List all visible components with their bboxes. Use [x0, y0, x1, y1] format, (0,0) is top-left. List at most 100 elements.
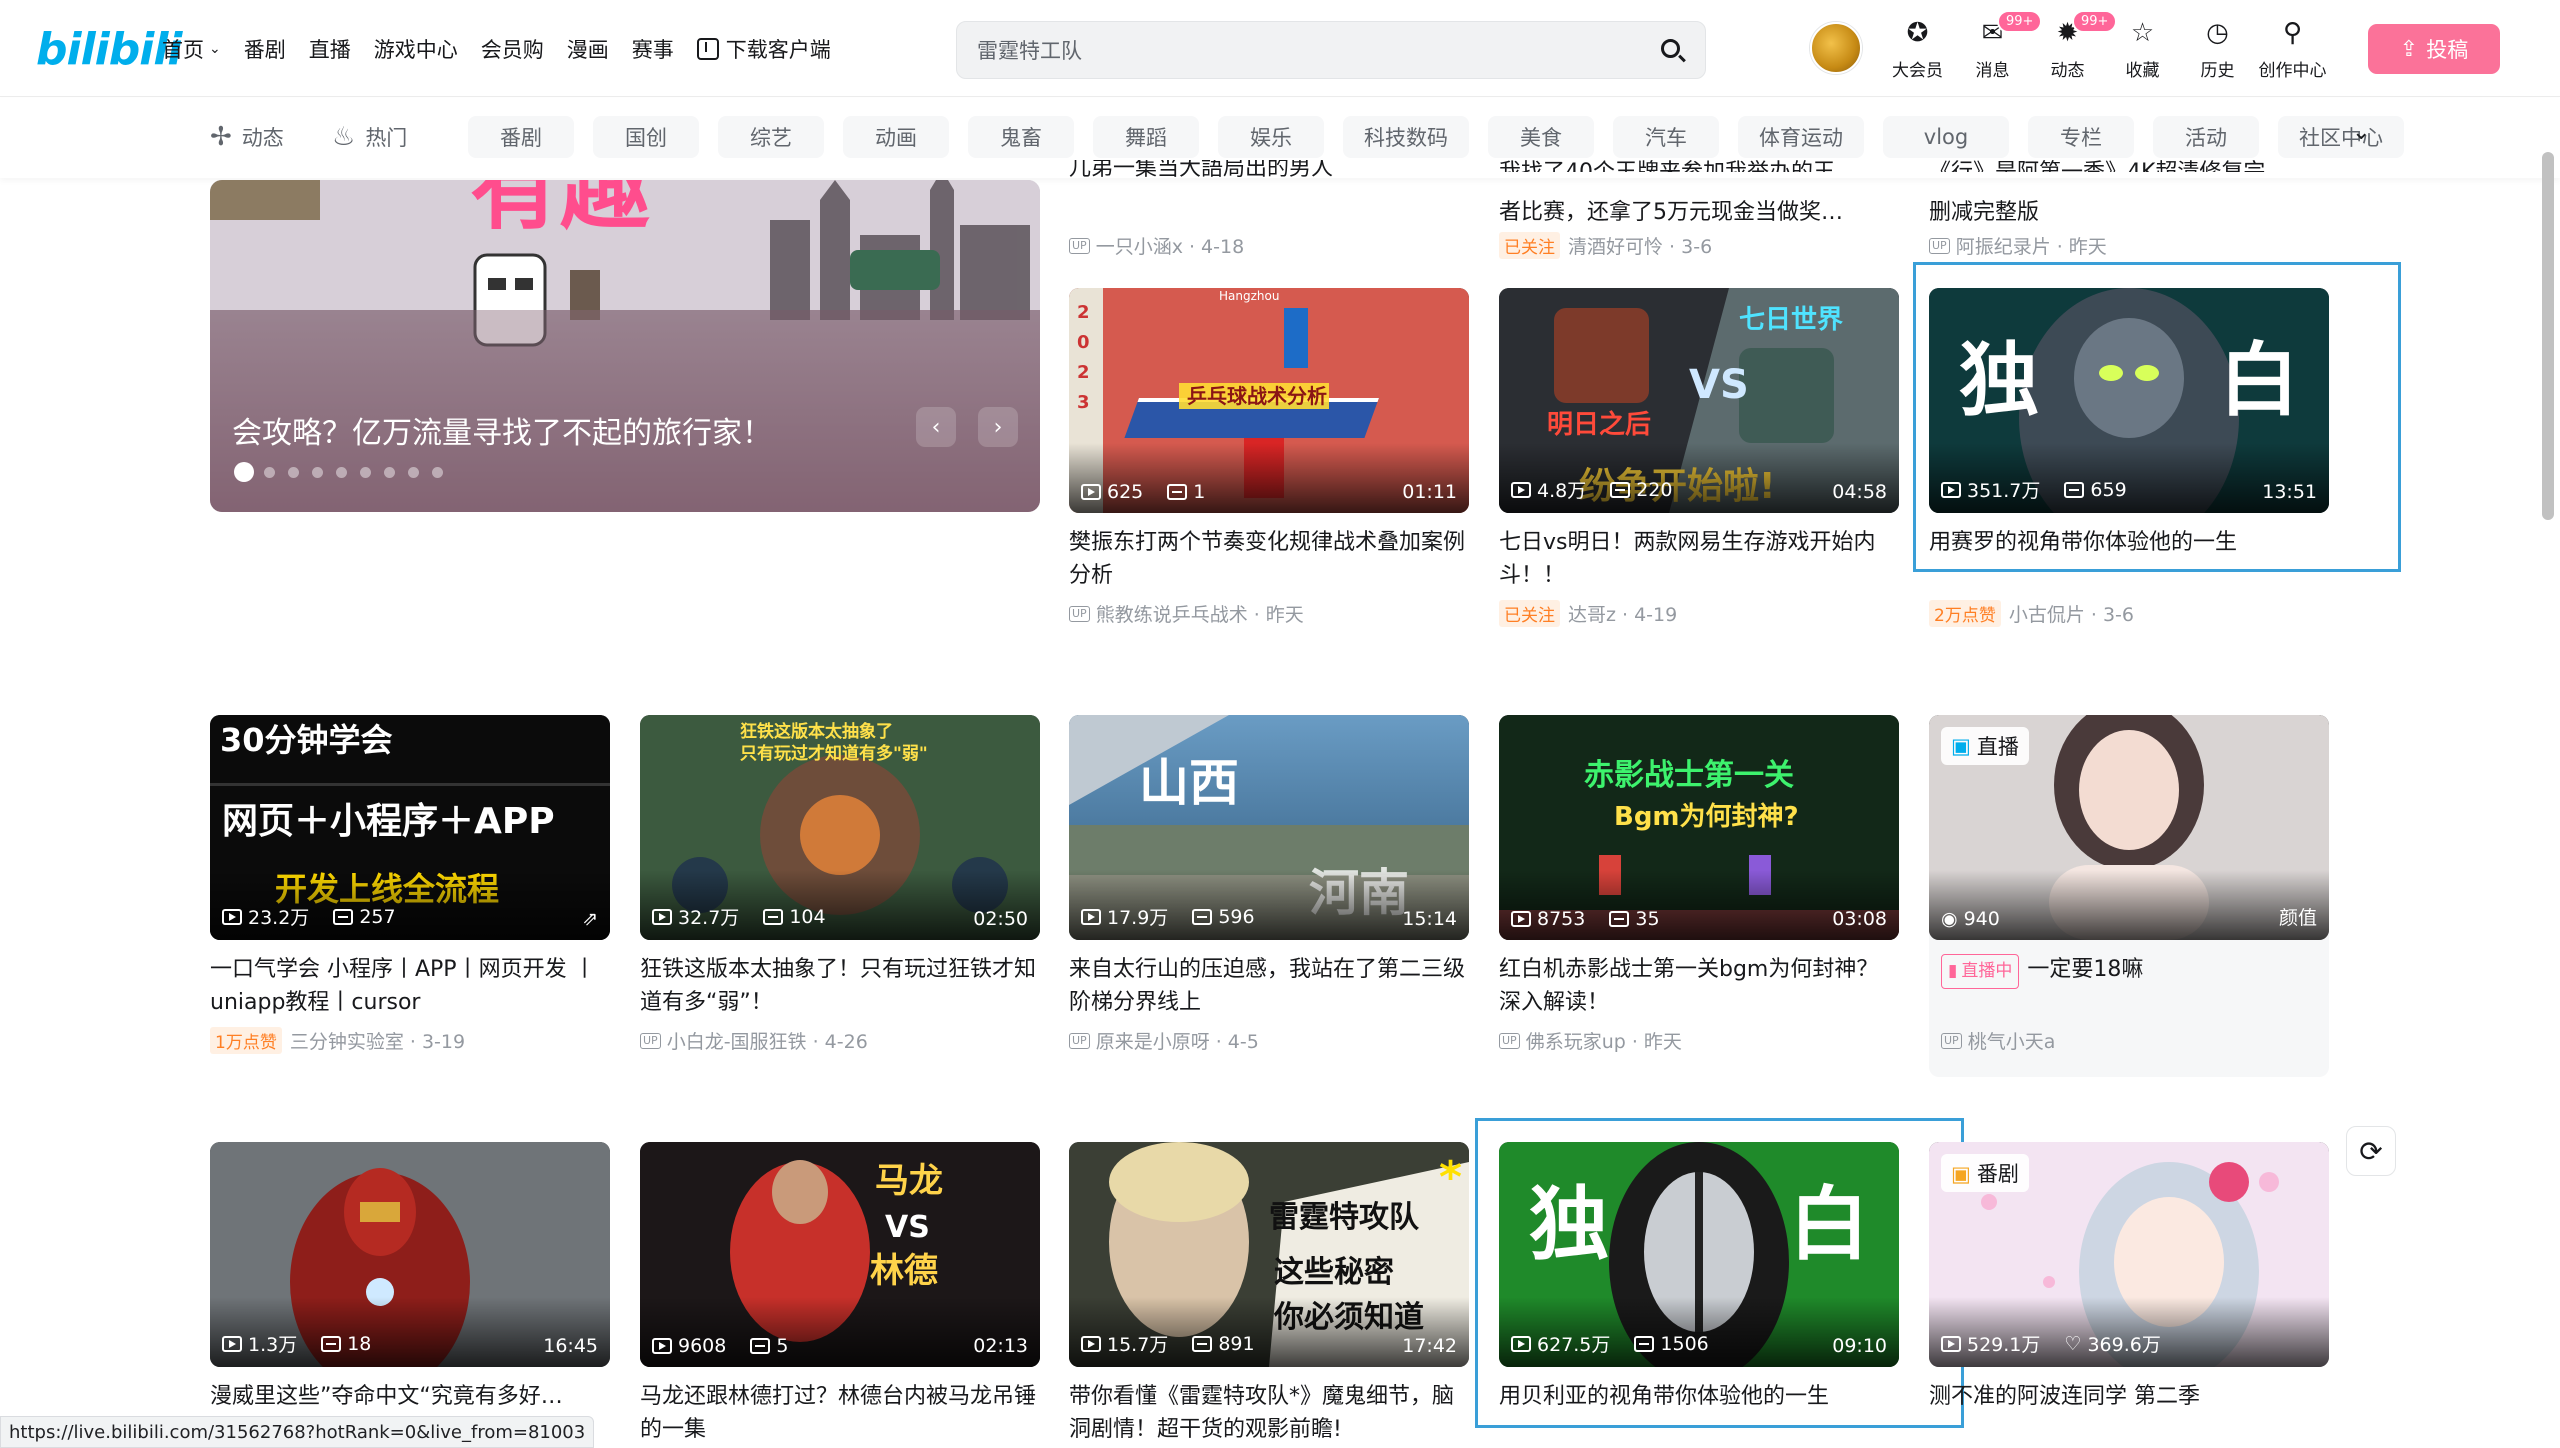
video-title[interactable]: 樊振东打两个节奏变化规律战术叠加案例分析 [1069, 526, 1469, 592]
category-chip[interactable]: 国创 [593, 116, 699, 158]
video-thumbnail[interactable]: ▣ 番剧 529.1万 ♡ 369.6万 [1929, 1142, 2329, 1367]
video-thumbnail[interactable]: 狂铁这版本太抽象了 只有玩过才知道有多"弱" 32.7万 104 02:50 [640, 715, 1040, 940]
carousel-dot[interactable] [384, 466, 395, 478]
video-title[interactable]: 者比赛，还拿了5万元现金当做奖… [1499, 194, 1899, 226]
video-title[interactable]: 儿弟一集当大語局出的男人 [1069, 160, 1469, 186]
download-icon [696, 37, 719, 60]
video-thumbnail[interactable]: 赤影战士第一关 Bgm为何封神? 8753 35 03:08 [1499, 715, 1899, 940]
bilibili-logo[interactable]: bilibili [36, 22, 182, 76]
history-button[interactable]: ◷ 历史 [2180, 16, 2255, 81]
category-chip[interactable]: 社区中心 [2278, 116, 2404, 158]
category-chip[interactable]: vlog [1883, 116, 2009, 158]
video-meta[interactable]: UP 熊教练说乒乓战术 · 昨天 [1069, 600, 1304, 627]
category-chip[interactable]: 专栏 [2028, 116, 2134, 158]
carousel-dot[interactable] [336, 466, 347, 478]
video-title[interactable]: 用贝利亚的视角带你体验他的一生 [1499, 1380, 1899, 1413]
category-chip[interactable]: 美食 [1488, 116, 1594, 158]
video-title[interactable]: 用赛罗的视角带你体验他的一生 [1929, 526, 2329, 559]
video-title[interactable]: 红白机赤影战士第一关bgm为何封神？深入解读！ [1499, 953, 1899, 1019]
chevron-down-icon[interactable]: ⌄ [2352, 120, 2370, 145]
carousel-dot[interactable] [360, 466, 371, 478]
video-meta[interactable]: UP 原来是小原呀 · 4-5 [1069, 1027, 1259, 1054]
vip-button[interactable]: ✪ 大会员 [1880, 16, 1955, 81]
danmaku-icon [321, 1335, 342, 1352]
category-chip[interactable]: 科技数码 [1343, 116, 1469, 158]
video-thumbnail[interactable]: 雷霆特攻队这些秘密你必须知道* 15.7万891 17:42 [1069, 1142, 1469, 1367]
video-meta[interactable]: UP 小白龙-国服狂铁 · 4-26 [640, 1027, 868, 1054]
video-thumbnail[interactable]: 独 白 351.7万 659 13:51 [1929, 288, 2329, 513]
nav-live[interactable]: 直播 [309, 34, 351, 64]
nav-mall[interactable]: 会员购 [481, 34, 544, 64]
favorites-button[interactable]: ☆ 收藏 [2105, 16, 2180, 81]
category-chip[interactable]: 动画 [843, 116, 949, 158]
video-thumbnail[interactable]: 独 白 627.5万 1506 09:10 [1499, 1142, 1899, 1367]
svg-text:明日之后: 明日之后 [1547, 409, 1651, 440]
video-title[interactable]: 测不准的阿波连同学 第二季 [1929, 1380, 2329, 1413]
category-chip[interactable]: 鬼畜 [968, 116, 1074, 158]
carousel-dot[interactable] [312, 466, 323, 478]
category-chip[interactable]: 活动 [2153, 116, 2259, 158]
video-title[interactable]: 七日vs明日！两款网易生存游戏开始内斗！！ [1499, 526, 1899, 592]
live-thumbnail[interactable]: ▣ 直播 ◉ 940 颜值 [1929, 715, 2329, 940]
scrollbar[interactable] [2542, 152, 2554, 520]
video-title[interactable]: 删减完整版 [1929, 194, 2329, 226]
live-title-row[interactable]: ▮ 直播中 一定要18嘛 [1929, 953, 2329, 989]
live-meta[interactable]: UP 桃气小天a [1941, 1027, 2055, 1054]
creator-center-button[interactable]: ⚲ 创作中心 [2255, 16, 2330, 81]
search-input[interactable] [977, 36, 1617, 66]
upload-button[interactable]: ⇪ 投稿 [2368, 24, 2500, 74]
category-chip[interactable]: 综艺 [718, 116, 824, 158]
nav-esports[interactable]: 赛事 [632, 34, 674, 64]
nav-esports-label: 赛事 [631, 37, 674, 62]
nav-game-center[interactable]: 游戏中心 [374, 34, 458, 64]
viewer-count: ◉ 940 [1941, 908, 2000, 930]
carousel-dot[interactable] [432, 466, 443, 478]
video-thumbnail[interactable]: 山西河南 17.9万596 15:14 [1069, 715, 1469, 940]
nav-home[interactable]: 首页 ⌄ [162, 34, 221, 64]
nav-anime[interactable]: 番剧 [244, 34, 286, 64]
message-button[interactable]: ✉ 99+ 消息 [1955, 10, 2043, 81]
video-meta[interactable]: UP 阿振纪录片 · 昨天 [1929, 232, 2107, 259]
video-meta[interactable]: UP 佛系玩家up · 昨天 [1499, 1027, 1682, 1054]
video-thumbnail[interactable]: VS明日之后七日世界纷争开始啦! 4.8万220 04:58 [1499, 288, 1899, 513]
category-chip[interactable]: 体育运动 [1738, 116, 1864, 158]
video-meta[interactable]: UP 一只小涵x · 4-18 [1069, 232, 1244, 259]
category-chip[interactable]: 汽车 [1613, 116, 1719, 158]
video-title[interactable]: 马龙还跟林德打过？林德台内被马龙吊锤的一集 [640, 1380, 1040, 1446]
chevron-right-icon[interactable]: › [978, 407, 1018, 447]
category-chip[interactable]: 番剧 [468, 116, 574, 158]
share-icon[interactable]: ⇗ [582, 908, 598, 930]
video-title[interactable]: 带你看懂《雷霆特攻队*》魔鬼细节，脑洞剧情！超干货的观影前瞻! [1069, 1380, 1469, 1446]
nav-manga[interactable]: 漫画 [567, 34, 609, 64]
carousel-dot[interactable] [288, 466, 299, 478]
video-meta[interactable]: 已关注 达哥z · 4-19 [1499, 600, 1677, 627]
search-button[interactable] [1653, 32, 1691, 70]
category-chip[interactable]: 舞蹈 [1093, 116, 1199, 158]
category-chip[interactable]: 娱乐 [1218, 116, 1324, 158]
video-thumbnail[interactable]: 30分钟学会网页＋小程序＋APP开发上线全流程 23.2万257 ⇗ [210, 715, 610, 940]
hero-carousel[interactable]: 有趣 会攻略？亿万流量寻找了不起的旅行家！ ‹ › [210, 180, 1040, 512]
video-title[interactable]: 一口气学会 小程序丨APP丨网页开发 丨uniapp教程丨cursor [210, 953, 610, 1019]
video-title[interactable]: 狂铁这版本太抽象了！只有玩过狂铁才知道有多“弱”！ [640, 953, 1040, 1019]
video-title[interactable]: 漫威里这些”夺命中文“究竟有多好… [210, 1380, 610, 1413]
video-stats: 23.2万 257 [222, 903, 420, 930]
video-thumbnail[interactable]: 乒乓球战术分析 2 0 2 3 Hangzhou 625 1 01:11 [1069, 288, 1469, 513]
dynamic-button[interactable]: ✹ 99+ 动态 [2030, 10, 2118, 81]
chevron-left-icon[interactable]: ‹ [916, 407, 956, 447]
video-title[interactable]: 来自太行山的压迫感，我站在了第二三级阶梯分界线上 [1069, 953, 1469, 1019]
subnav-hot[interactable]: ♨ 热门 [332, 122, 407, 152]
video-meta[interactable]: 已关注 清酒好可怜 · 3-6 [1499, 232, 1712, 259]
svg-text:白: 白 [1789, 1177, 1869, 1271]
video-thumbnail[interactable]: 马龙 VS 林德 9608 5 02:13 [640, 1142, 1040, 1367]
nav-download[interactable]: 下载客户端 [696, 34, 831, 64]
carousel-dot[interactable] [264, 466, 275, 478]
video-meta[interactable]: 2万点赞 小古侃片 · 3-6 [1929, 600, 2134, 627]
carousel-dot[interactable] [234, 462, 254, 482]
avatar[interactable] [1810, 22, 1862, 74]
carousel-dot[interactable] [408, 466, 419, 478]
refresh-button[interactable]: ⟳ [2346, 1126, 2396, 1176]
video-meta[interactable]: 1万点赞 三分钟实验室 · 3-19 [210, 1027, 465, 1054]
banner-title[interactable]: 会攻略？亿万流量寻找了不起的旅行家！ [232, 408, 772, 452]
video-thumbnail[interactable]: 1.3万 18 16:45 [210, 1142, 610, 1367]
subnav-dynamic[interactable]: ✢ 动态 [210, 122, 284, 152]
